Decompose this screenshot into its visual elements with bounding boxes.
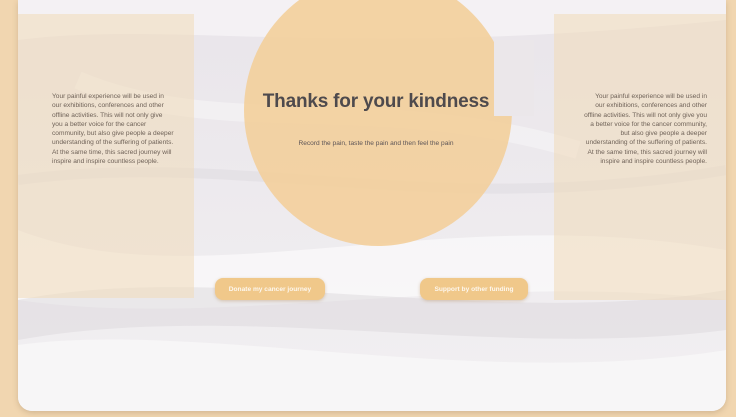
left-panel-text: Your painful experience will be used in …	[52, 93, 174, 166]
page-frame: Your painful experience will be used in …	[0, 0, 736, 417]
page-subtitle: Record the pain, taste the pain and then…	[298, 140, 454, 147]
content-card: Your painful experience will be used in …	[18, 0, 726, 411]
donate-journey-button[interactable]: Donate my cancer journey	[215, 278, 325, 300]
right-panel-text: Your painful experience will be used in …	[584, 93, 707, 166]
right-info-panel: Your painful experience will be used in …	[554, 14, 726, 300]
page-title: Thanks for your kindness	[262, 91, 490, 112]
left-info-panel: Your painful experience will be used in …	[18, 14, 194, 298]
support-funding-button[interactable]: Support by other funding	[420, 278, 528, 300]
